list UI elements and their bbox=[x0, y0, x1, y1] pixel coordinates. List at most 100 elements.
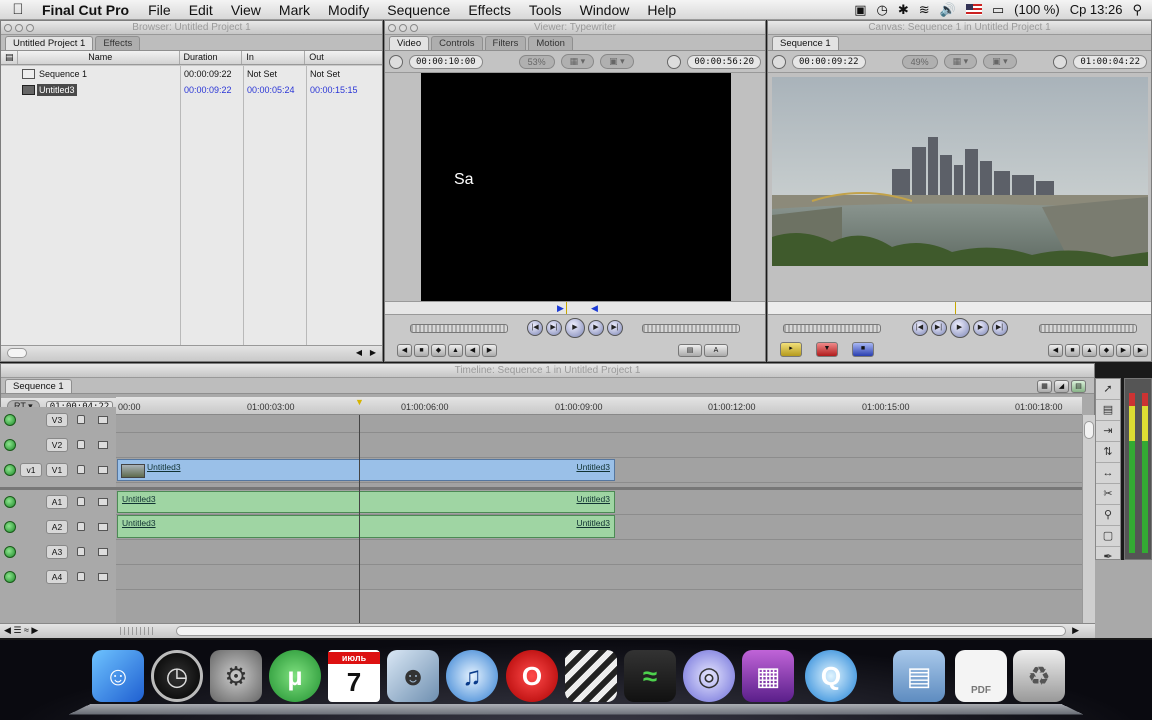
battery-percent[interactable]: (100 %) bbox=[1014, 2, 1060, 17]
snapping-button[interactable]: ▦ bbox=[1037, 380, 1052, 393]
auto-select-icon[interactable] bbox=[98, 572, 108, 581]
play-in-out-button[interactable]: ▶| bbox=[930, 320, 947, 336]
menu-view[interactable]: View bbox=[222, 2, 270, 18]
menu-tools[interactable]: Tools bbox=[520, 2, 571, 18]
audio-enable-icon[interactable] bbox=[4, 545, 16, 558]
lock-icon[interactable] bbox=[77, 465, 85, 474]
input-source-flag-icon[interactable] bbox=[965, 4, 982, 15]
menu-window[interactable]: Window bbox=[571, 2, 639, 18]
viewer-scrubber[interactable]: ▶ ◀ bbox=[385, 301, 765, 315]
roll-tool-icon[interactable]: ⇅ bbox=[1096, 442, 1120, 463]
browser-horizontal-scrollbar[interactable]: ◀ ▶ bbox=[1, 345, 382, 361]
add-keyframe-button[interactable]: ▲ bbox=[1082, 344, 1097, 357]
play-button[interactable]: ▶ bbox=[565, 318, 585, 338]
overwrite-edit-button[interactable]: ▼ bbox=[816, 342, 838, 357]
tab-motion[interactable]: Motion bbox=[528, 36, 573, 50]
zoom-button[interactable] bbox=[26, 24, 34, 32]
viewer-display-popup[interactable]: ▣ ▾ bbox=[600, 54, 634, 69]
source-control[interactable]: v1 bbox=[20, 462, 42, 477]
zoom-button[interactable] bbox=[410, 24, 418, 32]
track-name[interactable]: V1 bbox=[46, 462, 68, 477]
shuttle-slider[interactable] bbox=[410, 323, 508, 333]
menu-file[interactable]: File bbox=[139, 2, 180, 18]
header-name[interactable]: Name bbox=[18, 51, 180, 64]
tab-timeline-sequence-1[interactable]: Sequence 1 bbox=[5, 379, 72, 393]
play-around-button[interactable]: ▶ bbox=[588, 320, 604, 336]
header-duration[interactable]: Duration bbox=[180, 51, 243, 64]
zoom-slider[interactable] bbox=[120, 627, 156, 635]
canvas-duration-timecode[interactable]: 00:00:09:22 bbox=[792, 54, 866, 69]
canvas-display-popup[interactable]: ▣ ▾ bbox=[983, 54, 1017, 69]
viewer-current-timecode[interactable]: 00:00:56:20 bbox=[687, 54, 761, 69]
edit-select-tool-icon[interactable]: ▤ bbox=[1096, 400, 1120, 421]
finder-icon[interactable]: ☺ bbox=[92, 650, 144, 702]
playhead-icon[interactable]: ▼ bbox=[355, 397, 364, 407]
razor-tool-icon[interactable]: ✂ bbox=[1096, 484, 1120, 505]
bluetooth-icon[interactable]: ✱ bbox=[898, 2, 909, 18]
lock-icon[interactable] bbox=[77, 415, 85, 424]
in-point-marker-icon[interactable]: ▶ bbox=[557, 303, 564, 314]
track-name[interactable]: V3 bbox=[46, 412, 68, 427]
viewer-duration-timecode[interactable]: 00:00:10:00 bbox=[409, 54, 483, 69]
add-keyframe-button[interactable]: ◆ bbox=[431, 344, 446, 357]
list-item[interactable]: Sequence 1 00:00:09:22 Not Set Not Set bbox=[1, 66, 382, 82]
auto-select-icon[interactable] bbox=[98, 522, 108, 531]
menu-sequence[interactable]: Sequence bbox=[378, 2, 459, 18]
crop-tool-icon[interactable]: ▢ bbox=[1096, 526, 1120, 547]
play-in-out-button[interactable]: ▶| bbox=[546, 320, 562, 336]
minimize-button[interactable] bbox=[399, 24, 407, 32]
audio-enable-icon[interactable] bbox=[4, 570, 16, 583]
tab-effects[interactable]: Effects bbox=[95, 36, 141, 50]
playhead-marker-icon[interactable] bbox=[955, 302, 956, 314]
trash-icon[interactable]: ♻ bbox=[1013, 650, 1065, 702]
menu-app-name[interactable]: Final Cut Pro bbox=[36, 2, 139, 18]
track-divider[interactable] bbox=[116, 487, 1082, 490]
volume-icon[interactable]: 🔊 bbox=[940, 2, 956, 18]
folder-icon[interactable]: ▤ bbox=[893, 650, 945, 702]
photo-booth-icon[interactable]: ▦ bbox=[742, 650, 794, 702]
scroll-thumb[interactable] bbox=[7, 348, 27, 358]
go-to-out-button[interactable]: ▶| bbox=[991, 320, 1008, 336]
opera-icon[interactable]: O bbox=[506, 650, 558, 702]
play-button[interactable]: ▶ bbox=[949, 318, 970, 338]
video-clip[interactable]: Untitled3 Untitled3 bbox=[117, 459, 615, 481]
list-item[interactable]: Untitled3 00:00:09:22 00:00:05:24 00:00:… bbox=[1, 82, 382, 98]
replace-edit-button[interactable]: ■ bbox=[852, 342, 874, 357]
add-marker-button[interactable]: ◆ bbox=[1099, 344, 1114, 357]
scroll-right-icon[interactable]: ▶ bbox=[370, 348, 376, 357]
battery-icon[interactable]: ▭ bbox=[992, 2, 1004, 18]
canvas-current-timecode[interactable]: 01:00:04:22 bbox=[1073, 54, 1147, 69]
track-visibility-icon[interactable] bbox=[4, 413, 16, 426]
soundtrack-icon[interactable]: ≈ bbox=[624, 650, 676, 702]
audio-enable-icon[interactable] bbox=[4, 520, 16, 533]
mark-in-button[interactable]: ◀ bbox=[1048, 344, 1063, 357]
viewer-titlebar[interactable]: Viewer: Typewriter bbox=[385, 21, 765, 35]
track-visibility-icon[interactable] bbox=[4, 463, 16, 476]
time-machine-icon[interactable]: ◷ bbox=[877, 2, 888, 18]
clip-overlays-button[interactable]: ▤ bbox=[1071, 380, 1086, 393]
menu-help[interactable]: Help bbox=[638, 2, 685, 18]
pdf-document-icon[interactable]: PDF bbox=[955, 650, 1007, 702]
canvas-titlebar[interactable]: Canvas: Sequence 1 in Untitled Project 1 bbox=[768, 21, 1151, 35]
tab-untitled-project[interactable]: Untitled Project 1 bbox=[5, 36, 94, 50]
quicktime-icon[interactable]: Q bbox=[805, 650, 857, 702]
mark-clip-button[interactable]: ■ bbox=[1065, 344, 1080, 357]
viewer-view-popup[interactable]: ▦ ▾ bbox=[560, 54, 595, 69]
spotlight-icon[interactable]: ⚲ bbox=[1132, 2, 1142, 18]
track-visibility-icon[interactable] bbox=[4, 438, 16, 451]
track-name[interactable]: A1 bbox=[46, 494, 68, 509]
slip-tool-icon[interactable]: ↔ bbox=[1096, 463, 1120, 484]
viewer-frame[interactable]: Sa bbox=[421, 73, 731, 301]
mark-out-button[interactable]: ▶ bbox=[1116, 344, 1131, 357]
track-height-icon[interactable]: ◀ ☰ ≈ ▶ bbox=[4, 625, 38, 636]
canvas-scrubber[interactable] bbox=[768, 301, 1151, 315]
minimize-button[interactable] bbox=[15, 24, 23, 32]
header-out[interactable]: Out bbox=[305, 51, 382, 64]
auto-select-icon[interactable] bbox=[98, 465, 108, 474]
recent-clips-button[interactable]: ▤ bbox=[678, 344, 702, 357]
jog-wheel[interactable] bbox=[1038, 323, 1137, 333]
audio-clip[interactable]: Untitled3 Untitled3 bbox=[117, 515, 615, 538]
menu-modify[interactable]: Modify bbox=[319, 2, 378, 18]
match-frame-button[interactable]: ◀ bbox=[397, 344, 412, 357]
canvas-frame[interactable] bbox=[772, 77, 1148, 266]
